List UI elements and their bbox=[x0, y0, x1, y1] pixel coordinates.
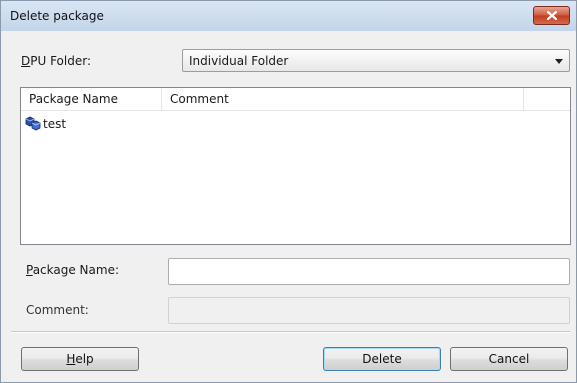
column-header-package-name[interactable]: Package Name bbox=[21, 88, 162, 110]
close-button[interactable] bbox=[533, 6, 570, 25]
column-header-filler bbox=[524, 88, 570, 110]
window-title: Delete package bbox=[10, 9, 104, 23]
package-name-label: Package Name: bbox=[26, 263, 120, 277]
dpu-folder-label: DPU Folder: bbox=[21, 54, 91, 68]
chevron-down-icon bbox=[555, 59, 563, 64]
package-name-input[interactable] bbox=[169, 259, 569, 284]
comment-field bbox=[168, 297, 570, 324]
package-icon bbox=[25, 116, 41, 131]
list-item-name: test bbox=[43, 117, 67, 131]
comment-input bbox=[169, 298, 569, 323]
dpu-folder-selected-value: Individual Folder bbox=[189, 54, 289, 68]
package-name-field[interactable] bbox=[168, 258, 570, 285]
close-icon bbox=[547, 11, 557, 20]
delete-package-dialog: Delete package DPU Folder: Individual Fo… bbox=[0, 0, 577, 383]
help-button[interactable]: Help bbox=[21, 347, 139, 371]
title-bar[interactable]: Delete package bbox=[1, 1, 576, 31]
dpu-folder-select[interactable]: Individual Folder bbox=[182, 49, 570, 72]
comment-label: Comment: bbox=[26, 303, 89, 317]
column-header-comment[interactable]: Comment bbox=[162, 88, 524, 110]
list-header: Package Name Comment bbox=[21, 88, 570, 111]
separator bbox=[11, 331, 570, 333]
package-list[interactable]: Package Name Comment test bbox=[20, 87, 571, 245]
delete-button[interactable]: Delete bbox=[323, 347, 441, 371]
cancel-button[interactable]: Cancel bbox=[450, 347, 568, 371]
